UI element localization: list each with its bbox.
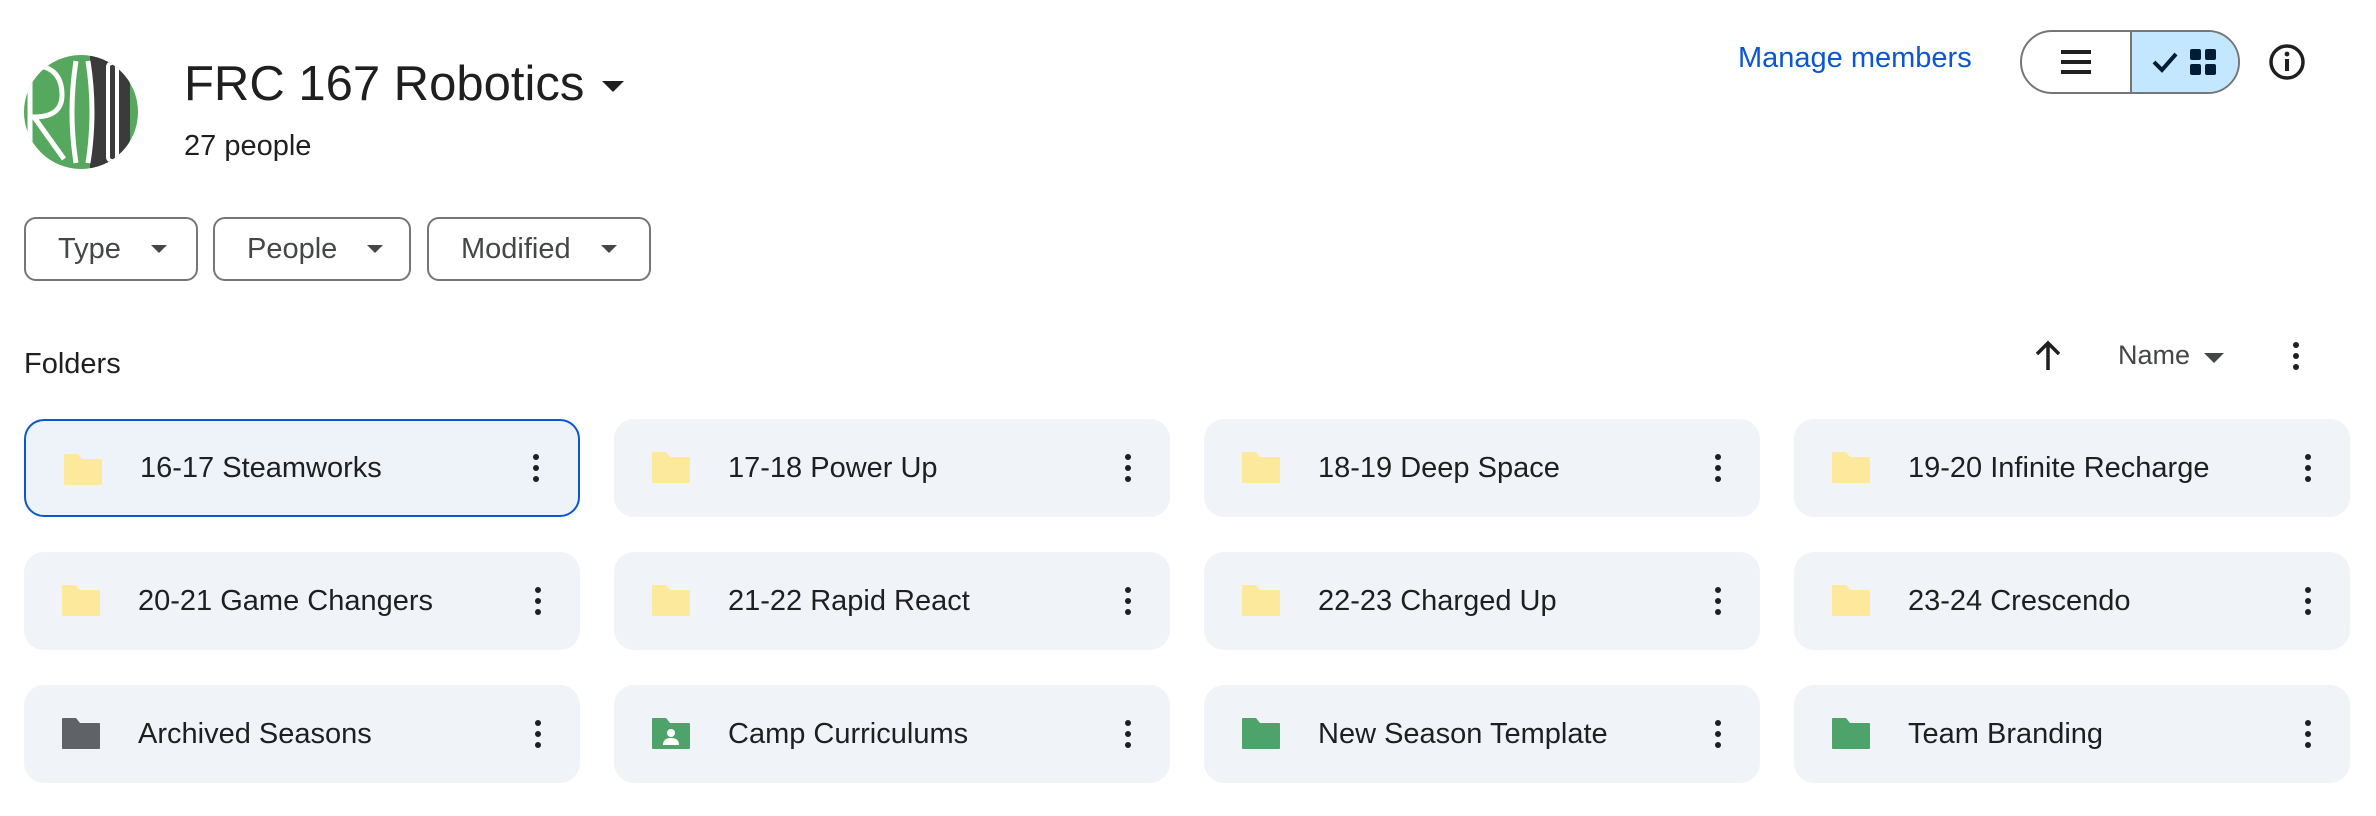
- folder-icon: [1240, 449, 1282, 485]
- more-vert-icon[interactable]: [1116, 446, 1140, 490]
- page-title: FRC 167 Robotics: [184, 57, 585, 111]
- info-icon[interactable]: [2265, 40, 2309, 84]
- more-options-button[interactable]: [2278, 336, 2314, 376]
- more-vert-icon: [2293, 342, 2299, 370]
- folder-item[interactable]: 22-23 Charged Up: [1204, 552, 1760, 650]
- folder-item[interactable]: Archived Seasons: [24, 685, 580, 783]
- caret-down-icon: [600, 245, 617, 253]
- folder-name: 19-20 Infinite Recharge: [1908, 451, 2210, 484]
- folder-item[interactable]: 20-21 Game Changers: [24, 552, 580, 650]
- folder-icon: [650, 449, 692, 485]
- folder-name: New Season Template: [1318, 717, 1608, 750]
- folder-name: 22-23 Charged Up: [1318, 584, 1557, 617]
- arrow-up-icon: [2035, 340, 2061, 370]
- folder-icon: [1240, 715, 1282, 751]
- folder-item[interactable]: 16-17 Steamworks: [24, 419, 580, 517]
- folder-item[interactable]: New Season Template: [1204, 685, 1760, 783]
- member-count: 27 people: [184, 130, 312, 162]
- folder-icon: [650, 582, 692, 618]
- folder-name: Camp Curriculums: [728, 717, 969, 750]
- folder-icon: [62, 451, 104, 487]
- team-avatar: [24, 55, 138, 169]
- list-view-button[interactable]: [2022, 32, 2130, 92]
- folder-name: Team Branding: [1908, 717, 2104, 750]
- caret-down-icon: [2204, 352, 2225, 363]
- check-grid-icon: [2152, 49, 2216, 75]
- folder-name: 17-18 Power Up: [728, 451, 938, 484]
- more-vert-icon[interactable]: [1116, 712, 1140, 756]
- more-vert-icon[interactable]: [524, 446, 548, 490]
- drive-title-dropdown[interactable]: FRC 167 Robotics: [184, 52, 625, 116]
- folder-name: Archived Seasons: [138, 717, 372, 750]
- sort-by-dropdown[interactable]: Name: [2118, 340, 2225, 371]
- filter-modified[interactable]: Modified: [427, 217, 651, 281]
- filter-people[interactable]: People: [213, 217, 411, 281]
- list-icon: [2061, 50, 2091, 74]
- more-vert-icon[interactable]: [1706, 712, 1730, 756]
- folder-icon: [1830, 449, 1872, 485]
- folder-icon: [60, 582, 102, 618]
- more-vert-icon[interactable]: [2296, 446, 2320, 490]
- folder-item[interactable]: 18-19 Deep Space: [1204, 419, 1760, 517]
- sort-direction-button[interactable]: [2028, 336, 2068, 376]
- filter-type[interactable]: Type: [24, 217, 198, 281]
- folder-icon: [1830, 582, 1872, 618]
- folder-name: 18-19 Deep Space: [1318, 451, 1560, 484]
- grid-view-button[interactable]: [2130, 32, 2238, 92]
- folder-name: 20-21 Game Changers: [138, 584, 433, 617]
- more-vert-icon[interactable]: [1116, 579, 1140, 623]
- folder-item[interactable]: 21-22 Rapid React: [614, 552, 1170, 650]
- folder-item[interactable]: 17-18 Power Up: [614, 419, 1170, 517]
- filter-modified-label: Modified: [461, 232, 571, 265]
- caret-down-icon: [150, 245, 167, 253]
- folder-item[interactable]: 23-24 Crescendo: [1794, 552, 2350, 650]
- caret-down-icon: [602, 80, 625, 92]
- filter-people-label: People: [247, 232, 338, 265]
- caret-down-icon: [367, 245, 384, 253]
- folder-name: 21-22 Rapid React: [728, 584, 970, 617]
- more-vert-icon[interactable]: [1706, 446, 1730, 490]
- section-title: Folders: [24, 348, 121, 380]
- folder-icon: [1240, 582, 1282, 618]
- sort-by-label: Name: [2118, 340, 2191, 370]
- view-toggle: [2020, 30, 2240, 94]
- folder-item[interactable]: 19-20 Infinite Recharge: [1794, 419, 2350, 517]
- folder-name: 16-17 Steamworks: [140, 451, 382, 484]
- folder-icon: [1830, 715, 1872, 751]
- folder-item[interactable]: Camp Curriculums: [614, 685, 1170, 783]
- folder-icon: [60, 715, 102, 751]
- folder-name: 23-24 Crescendo: [1908, 584, 2131, 617]
- manage-members-link[interactable]: Manage members: [1738, 42, 1972, 75]
- folder-item[interactable]: Team Branding: [1794, 685, 2350, 783]
- more-vert-icon[interactable]: [1706, 579, 1730, 623]
- more-vert-icon[interactable]: [2296, 712, 2320, 756]
- more-vert-icon[interactable]: [526, 579, 550, 623]
- more-vert-icon[interactable]: [2296, 579, 2320, 623]
- more-vert-icon[interactable]: [526, 712, 550, 756]
- shared-folder-icon: [650, 715, 692, 751]
- filter-type-label: Type: [58, 232, 121, 265]
